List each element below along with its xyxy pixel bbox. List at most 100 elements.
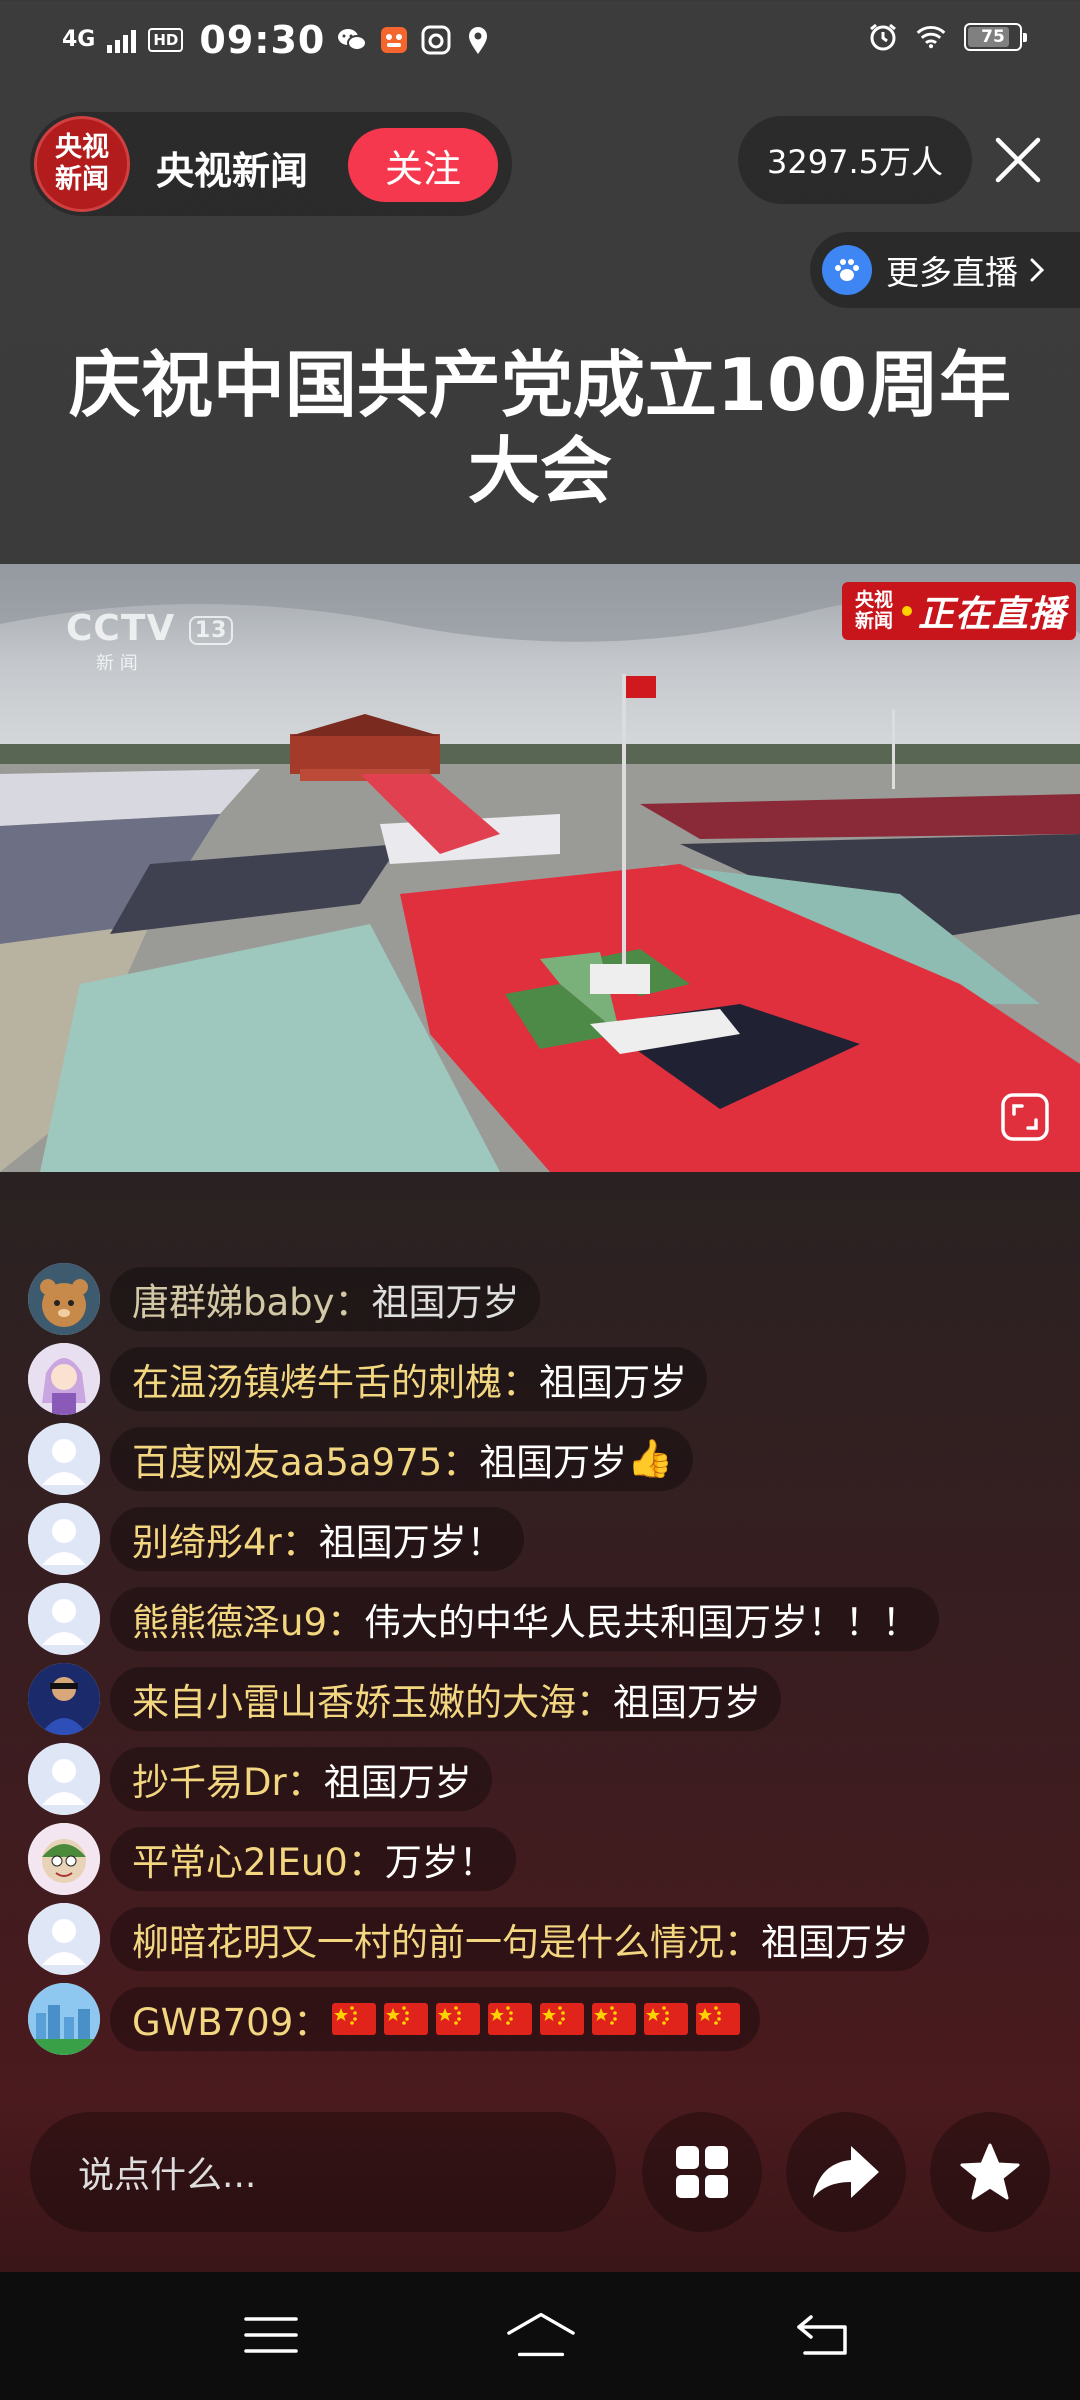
comment-username[interactable]: 百度网友aa5a975： bbox=[132, 1432, 479, 1486]
comment-username[interactable]: 别绮彤4r： bbox=[132, 1512, 319, 1566]
comment-item: 百度网友aa5a975： 祖国万岁 👍 bbox=[28, 1423, 694, 1495]
close-icon bbox=[995, 137, 1041, 183]
star-icon bbox=[960, 2143, 1020, 2200]
channel-logo-line1: 央视 bbox=[55, 132, 109, 163]
wechat-icon bbox=[337, 25, 368, 55]
china-flag-icon bbox=[540, 2003, 585, 2035]
avatar[interactable] bbox=[28, 1583, 100, 1655]
wifi-icon bbox=[916, 22, 946, 52]
comment-username[interactable]: 唐群娣baby： bbox=[132, 1272, 372, 1326]
comment-item: 别绮彤4r： 祖国万岁！ bbox=[28, 1503, 524, 1575]
comment-username[interactable]: 柳暗花明又一村的前一句是什么情况： bbox=[132, 1912, 761, 1966]
comment-username[interactable]: 平常心2IEu0： bbox=[132, 1832, 385, 1886]
comment-text: 万岁！ bbox=[384, 1841, 496, 1884]
comment-text: 祖国万岁 bbox=[539, 1361, 687, 1404]
comment-text: 祖国万岁 bbox=[613, 1681, 761, 1724]
app-notification-icon bbox=[379, 25, 409, 55]
comment-username[interactable]: GWB709： bbox=[132, 1992, 330, 2046]
channel-name[interactable]: 央视新闻 bbox=[156, 140, 308, 195]
comment-text: 祖国万岁 bbox=[479, 1441, 628, 1484]
comment-item: GWB709： bbox=[28, 1983, 761, 2055]
baidu-icon bbox=[421, 25, 451, 55]
live-badge-text: 正在直播 bbox=[918, 594, 1067, 635]
close-button[interactable] bbox=[990, 132, 1046, 188]
comment-input-placeholder: 说点什么... bbox=[78, 2155, 257, 2196]
default-avatar-icon bbox=[28, 1503, 100, 1575]
more-live-label: 更多直播 bbox=[886, 253, 1018, 292]
comment-text: 祖国万岁 bbox=[371, 1281, 520, 1324]
clock: 09:30 bbox=[199, 18, 326, 62]
signal-icon bbox=[107, 27, 137, 53]
avatar[interactable] bbox=[28, 1983, 100, 2055]
china-flag-icon bbox=[332, 2003, 377, 2035]
comment-text: 伟大的中华人民共和国万岁！！！ bbox=[364, 1601, 919, 1644]
chevron-right-icon bbox=[1030, 258, 1045, 282]
channel-logo-line2: 新闻 bbox=[55, 164, 109, 195]
avatar[interactable] bbox=[28, 1423, 100, 1495]
avatar[interactable] bbox=[28, 1263, 100, 1335]
comment-item: 熊熊德泽u9： 伟大的中华人民共和国万岁！！！ bbox=[28, 1583, 939, 1655]
comment-input[interactable]: 说点什么... bbox=[30, 2112, 616, 2232]
comment-text: 祖国万岁！ bbox=[318, 1521, 504, 1564]
avatar[interactable] bbox=[28, 1903, 100, 1975]
comment-item: 来自小雷山香娇玉嫩的大海： 祖国万岁 bbox=[28, 1663, 781, 1735]
avatar[interactable] bbox=[28, 1503, 100, 1575]
comment-text: 祖国万岁 bbox=[323, 1761, 472, 1804]
china-flag-emoji-group bbox=[332, 2003, 741, 2035]
battery-icon: 75 bbox=[964, 23, 1027, 51]
home-icon bbox=[507, 2312, 575, 2357]
location-icon bbox=[463, 25, 493, 55]
home-button[interactable] bbox=[506, 2300, 576, 2370]
favorite-button[interactable] bbox=[930, 2112, 1050, 2232]
share-icon bbox=[813, 2146, 879, 2198]
live-title: 庆祝中国共产党成立100周年大会 bbox=[68, 343, 1012, 513]
comment-item: 在温汤镇烤牛舌的刺槐： 祖国万岁 bbox=[28, 1343, 707, 1415]
china-flag-icon bbox=[592, 2003, 637, 2035]
more-live-button[interactable]: 更多直播 bbox=[810, 232, 1080, 308]
default-avatar-icon bbox=[28, 1583, 100, 1655]
back-button[interactable] bbox=[788, 2300, 858, 2370]
china-flag-icon bbox=[644, 2003, 689, 2035]
status-bar: 4G HD 09:30 75 bbox=[0, 0, 1080, 86]
comment-item: 唐群娣baby： 祖国万岁 bbox=[28, 1263, 540, 1335]
menu-icon bbox=[244, 2317, 298, 2353]
menu-button[interactable] bbox=[236, 2300, 306, 2370]
comment-username[interactable]: 熊熊德泽u9： bbox=[132, 1592, 364, 1646]
video-player[interactable]: CCTV 13 新 闻 央视 新闻 正在直播 bbox=[0, 564, 1080, 1172]
paw-icon bbox=[822, 245, 872, 295]
comment-text: 祖国万岁 bbox=[761, 1921, 909, 1964]
apps-button[interactable] bbox=[642, 2112, 762, 2232]
navigation-bar bbox=[0, 2272, 1080, 2400]
channel-logo[interactable]: 央视 新闻 bbox=[34, 116, 130, 212]
default-avatar-icon bbox=[28, 1423, 100, 1495]
alarm-icon bbox=[868, 22, 898, 52]
cctv-watermark: CCTV 13 新 闻 bbox=[66, 608, 234, 675]
follow-button[interactable]: 关注 bbox=[348, 128, 498, 202]
china-flag-icon bbox=[488, 2003, 533, 2035]
live-badge: 央视 新闻 正在直播 bbox=[842, 582, 1077, 640]
share-button[interactable] bbox=[786, 2112, 906, 2232]
avatar[interactable] bbox=[28, 1343, 100, 1415]
default-avatar-icon bbox=[28, 1743, 100, 1815]
china-flag-icon bbox=[436, 2003, 481, 2035]
thumbs-up-icon: 👍 bbox=[627, 1437, 674, 1480]
comment-item: 抄千易Dr： 祖国万岁 bbox=[28, 1743, 492, 1815]
fullscreen-icon bbox=[1001, 1093, 1049, 1141]
fullscreen-button[interactable] bbox=[1000, 1092, 1050, 1142]
comment-username[interactable]: 抄千易Dr： bbox=[132, 1752, 324, 1806]
comment-item: 平常心2IEu0： 万岁！ bbox=[28, 1823, 516, 1895]
avatar[interactable] bbox=[28, 1823, 100, 1895]
hd-icon: HD bbox=[148, 28, 184, 52]
comment-username[interactable]: 来自小雷山香娇玉嫩的大海： bbox=[132, 1672, 613, 1726]
default-avatar-icon bbox=[28, 1903, 100, 1975]
avatar[interactable] bbox=[28, 1663, 100, 1735]
network-type: 4G bbox=[62, 27, 96, 52]
avatar[interactable] bbox=[28, 1743, 100, 1815]
grid-icon bbox=[676, 2146, 728, 2198]
china-flag-icon bbox=[696, 2003, 741, 2035]
china-flag-icon bbox=[384, 2003, 429, 2035]
viewer-count: 3297.5万人 bbox=[738, 116, 972, 204]
back-icon bbox=[797, 2315, 847, 2355]
comment-username[interactable]: 在温汤镇烤牛舌的刺槐： bbox=[132, 1352, 539, 1406]
comment-item: 柳暗花明又一村的前一句是什么情况： 祖国万岁 bbox=[28, 1903, 929, 1975]
